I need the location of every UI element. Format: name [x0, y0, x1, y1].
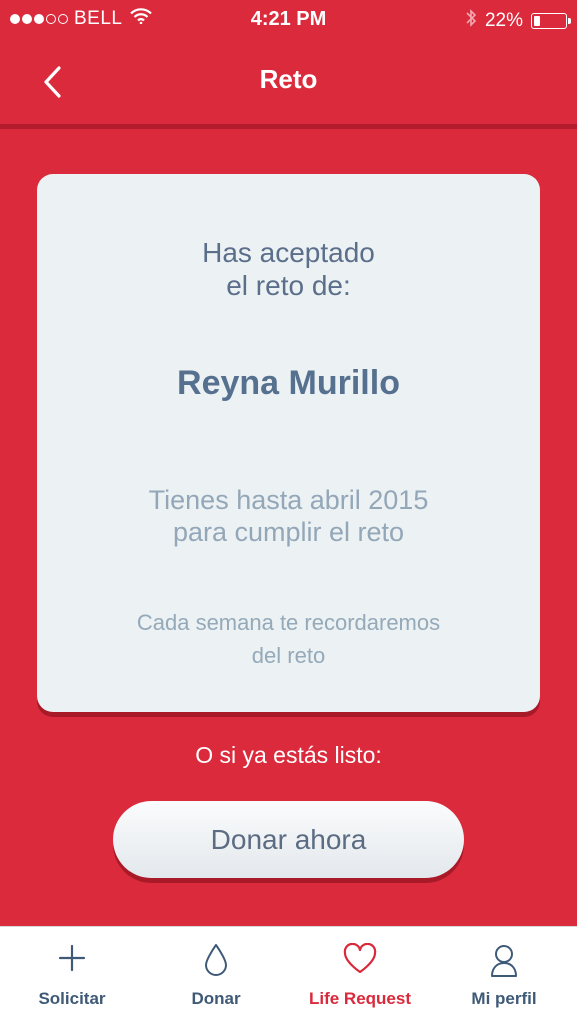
tab-solicitar[interactable]: Solicitar: [0, 927, 144, 1025]
plus-icon: [0, 943, 144, 977]
challenge-intro-line2: el reto de:: [226, 270, 351, 301]
challenge-intro: Has aceptado el reto de:: [37, 236, 540, 302]
challenge-deadline-line2: para cumplir el reto: [172, 517, 405, 547]
challenge-deadline-line1: Tienes hasta abril 2015: [148, 485, 429, 515]
bluetooth-icon: [465, 8, 477, 34]
battery-level: [534, 16, 540, 26]
page-title: Reto: [259, 64, 318, 94]
tab-label: Life Request: [308, 989, 412, 1008]
nav-divider: [0, 124, 577, 129]
status-right: 22%: [465, 8, 571, 34]
tab-label: Donar: [191, 989, 241, 1008]
heart-icon: [288, 943, 432, 977]
ready-prompt: O si ya estás listo:: [195, 742, 382, 768]
donate-now-button[interactable]: Donar ahora: [113, 801, 464, 878]
challenge-reminder-line1: Cada semana te recordaremos: [136, 610, 441, 635]
tab-label: Mi perfil: [471, 989, 537, 1008]
battery-percent: 22%: [484, 10, 523, 31]
challenge-intro-line1: Has aceptado: [202, 237, 375, 268]
nav-bar: Reto: [0, 38, 577, 124]
status-bar: BELL 4:21 PM 22%: [0, 0, 577, 38]
challenge-reminder: Cada semana te recordaremos del reto: [37, 606, 540, 672]
drop-icon: [144, 943, 288, 977]
tab-mi-perfil[interactable]: Mi perfil: [432, 927, 576, 1025]
tab-bar: Solicitar Donar Life Request Mi perfil: [0, 926, 577, 1025]
challenger-name: Reyna Murillo: [177, 364, 400, 402]
tab-life-request[interactable]: Life Request: [288, 927, 432, 1025]
challenge-card: Has aceptado el reto de: Reyna Murillo T…: [37, 174, 540, 712]
tab-donar[interactable]: Donar: [144, 927, 288, 1025]
challenge-reminder-line2: del reto: [251, 643, 326, 668]
tab-label: Solicitar: [38, 989, 106, 1008]
battery-icon: [531, 13, 571, 29]
person-icon: [432, 943, 576, 977]
challenge-deadline: Tienes hasta abril 2015 para cumplir el …: [37, 484, 540, 548]
